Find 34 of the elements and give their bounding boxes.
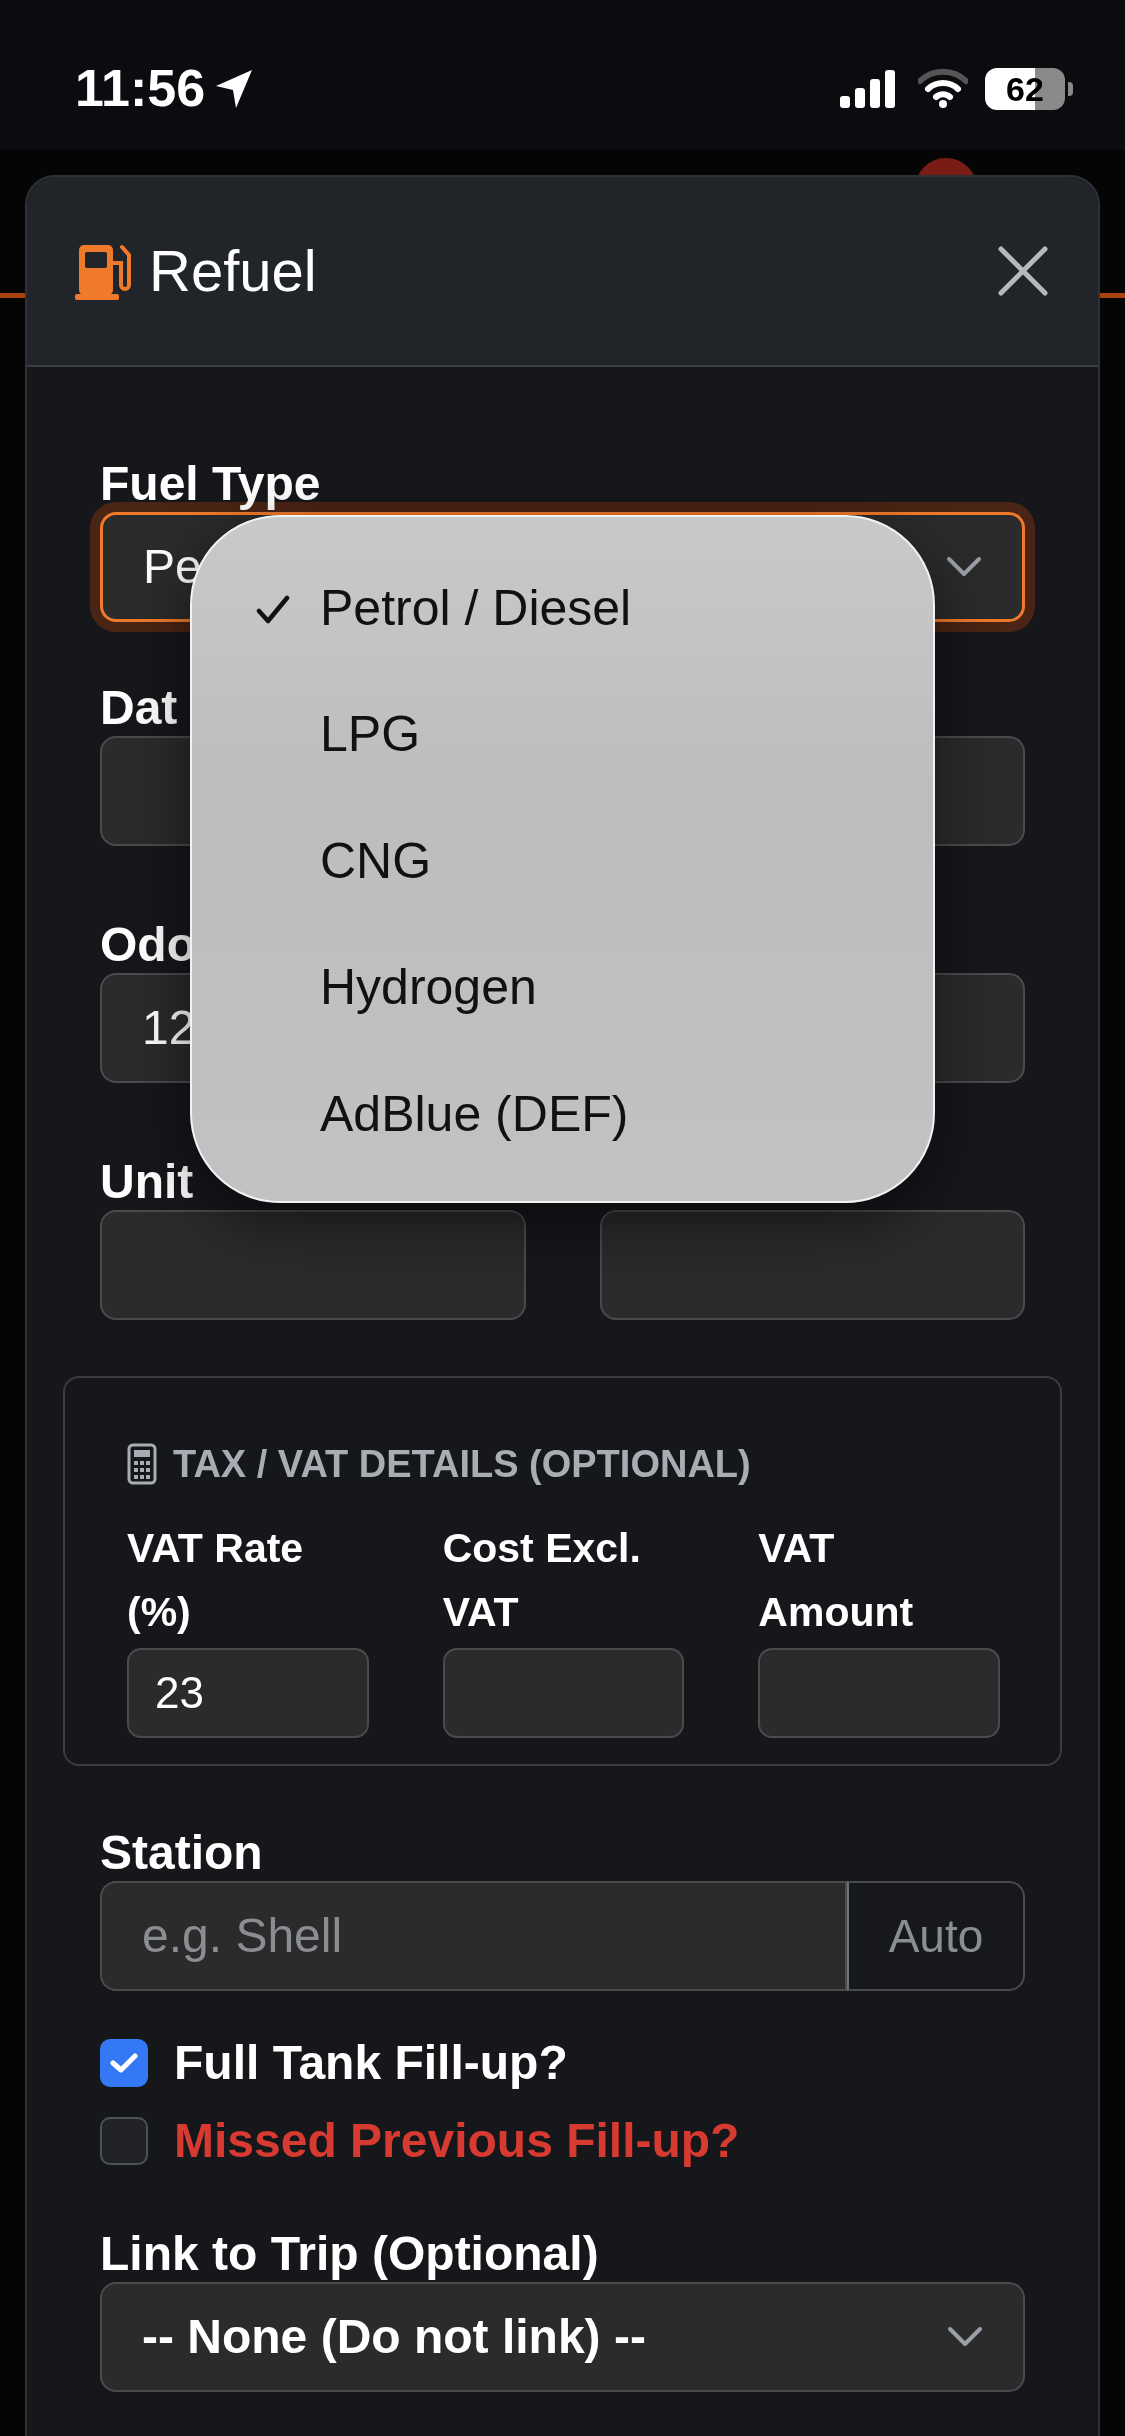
field-label: Cost Excl. VAT: [442, 1524, 642, 1637]
checkbox[interactable]: [100, 2039, 148, 2087]
menu-option[interactable]: AdBlue (DEF): [192, 1051, 933, 1178]
field-label: Dat: [100, 680, 178, 736]
field-label: VAT Amount: [758, 1524, 915, 1637]
field-label: VAT Rate (%): [127, 1524, 305, 1637]
input-field[interactable]: [599, 1210, 1025, 1320]
modal-title: Refuel: [149, 237, 317, 305]
checkbox[interactable]: [100, 2117, 148, 2165]
checkmark-icon: [256, 595, 290, 625]
location-arrow-icon: [214, 68, 254, 110]
input-field[interactable]: [100, 1210, 526, 1320]
signal-icon: [840, 70, 896, 108]
field-label: Station: [100, 1825, 263, 1881]
input-field[interactable]: [442, 1648, 685, 1738]
station-field[interactable]: e.g. Shell: [100, 1881, 847, 1991]
chevron-down-icon: [946, 556, 982, 578]
chevron-down-icon: [947, 2326, 983, 2348]
calculator-icon: [127, 1443, 157, 1485]
wifi-icon: [918, 68, 968, 108]
checkbox-label: Full Tank Fill-up?: [174, 2035, 568, 2091]
auto-button[interactable]: Auto: [847, 1881, 1025, 1991]
field-label: Link to Trip (Optional): [100, 2226, 599, 2282]
section-heading: TAX / VAT DETAILS (OPTIONAL): [173, 1441, 751, 1487]
battery-indicator: 62: [985, 68, 1073, 110]
menu-option[interactable]: LPG: [192, 671, 933, 798]
field-label: Unit: [100, 1154, 194, 1210]
status-time: 11:56: [75, 58, 206, 119]
field-label: Fuel Type: [100, 456, 321, 512]
trip-select[interactable]: -- None (Do not link) --: [100, 2282, 1025, 2392]
input-field[interactable]: 23: [127, 1648, 369, 1738]
input-field[interactable]: [758, 1648, 1000, 1738]
checkbox-label: Missed Previous Fill-up?: [174, 2113, 740, 2169]
check-icon: [110, 2052, 138, 2074]
